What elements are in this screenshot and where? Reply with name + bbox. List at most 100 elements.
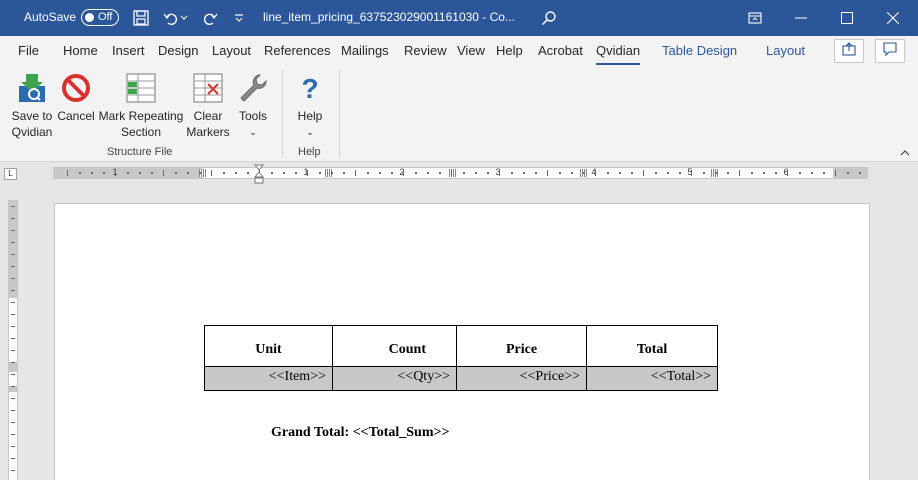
share-icon [842, 41, 856, 61]
ruler-tick [103, 172, 105, 174]
ruler-tick [607, 172, 609, 174]
tab-mailings[interactable]: Mailings [341, 43, 389, 58]
group-label-structure-file: Structure File [107, 146, 173, 158]
ruler-tick [487, 172, 489, 174]
save-label-1: Save to [11, 109, 53, 123]
ruler-tick [115, 170, 116, 176]
vertical-ruler-tick [11, 446, 15, 447]
ruler-tick [631, 172, 633, 174]
vertical-ruler-tick [11, 362, 15, 363]
document-page[interactable]: Unit Count Price Total <<Item>> <<Qty>> … [54, 203, 870, 480]
ruler-tick [835, 170, 836, 176]
search-icon[interactable] [538, 7, 560, 29]
save-icon[interactable] [130, 7, 152, 29]
cell-price[interactable]: <<Price>> [456, 366, 587, 391]
vertical-ruler-tick [11, 386, 15, 387]
help-question-icon: ? [294, 72, 326, 104]
clear-markers-button[interactable]: Clear Markers [186, 72, 230, 140]
ruler-tick [271, 172, 273, 174]
tab-home[interactable]: Home [63, 43, 98, 58]
tab-references[interactable]: References [264, 43, 330, 58]
ruler-tick [619, 172, 621, 174]
restore-ribbon-icon[interactable] [732, 0, 778, 36]
ruler-tick [655, 172, 657, 174]
cancel-button[interactable]: Cancel [56, 72, 96, 124]
cell-total[interactable]: <<Total>> [586, 366, 718, 391]
pricing-table[interactable]: Unit Count Price Total <<Item>> <<Qty>> … [204, 325, 718, 391]
help-button[interactable]: ? Help ⌄ [292, 72, 328, 140]
tab-layout[interactable]: Layout [212, 43, 251, 58]
tab-design[interactable]: Design [158, 43, 198, 58]
cell-item[interactable]: <<Item>> [204, 366, 333, 391]
tab-qvidian[interactable]: Qvidian [596, 43, 641, 65]
ruler-tick [199, 172, 201, 174]
tab-acrobat[interactable]: Acrobat [538, 43, 583, 58]
table-header-row: Unit Count Price Total [204, 325, 718, 367]
ruler-tick [427, 172, 429, 174]
table-row: <<Item>> <<Qty>> <<Price>> <<Total>> [204, 366, 718, 391]
tab-help[interactable]: Help [496, 43, 523, 58]
close-icon[interactable] [870, 0, 916, 36]
mark-label-1: Mark Repeating [98, 109, 184, 123]
header-price[interactable]: Price [456, 325, 587, 367]
tools-button[interactable]: Tools ⌄ [234, 72, 272, 140]
customize-toolbar-icon[interactable] [228, 7, 250, 29]
vertical-ruler-tick [11, 422, 15, 423]
tab-insert[interactable]: Insert [112, 43, 145, 58]
collapse-ribbon-icon[interactable] [900, 148, 910, 159]
ruler-tick [847, 172, 849, 174]
vertical-ruler-tick [11, 218, 15, 219]
vertical-ruler-tick [11, 434, 15, 435]
comments-button[interactable] [875, 39, 905, 63]
header-count[interactable]: Count [332, 325, 457, 367]
ruler-tick [787, 170, 788, 176]
ruler-tick [247, 172, 249, 174]
save-label-2: Qvidian [11, 125, 53, 139]
ribbon-qvidian: Save to Qvidian Cancel Mark Repeating Se… [0, 66, 918, 162]
tools-dropdown-icon: ⌄ [249, 127, 257, 137]
ruler-tick [295, 172, 297, 174]
vertical-ruler[interactable] [8, 200, 18, 480]
tab-table-layout[interactable]: Layout [766, 43, 805, 58]
autosave-state: Off [98, 11, 113, 23]
vertical-ruler-tick [11, 458, 15, 459]
minimize-icon[interactable] [778, 0, 824, 36]
vertical-ruler-tick [11, 242, 15, 243]
horizontal-ruler[interactable]: 1 1 2 3 4 5 6 [53, 167, 868, 179]
toggle-knob [85, 13, 94, 22]
tab-review[interactable]: Review [404, 43, 447, 58]
share-button[interactable] [834, 39, 864, 63]
tab-table-design[interactable]: Table Design [662, 43, 737, 58]
indent-marker[interactable] [253, 164, 265, 185]
header-unit[interactable]: Unit [204, 325, 333, 367]
cell-qty[interactable]: <<Qty>> [332, 366, 457, 391]
save-to-qvidian-icon [16, 72, 48, 104]
tab-file[interactable]: File [18, 43, 39, 58]
vertical-ruler-tick [11, 374, 15, 375]
ruler-tick [511, 172, 513, 174]
mark-repeating-section-button[interactable]: Mark Repeating Section [98, 72, 184, 140]
ruler-tick [475, 172, 477, 174]
tab-selector[interactable]: L [4, 168, 17, 180]
grand-total-line[interactable]: Grand Total: <<Total_Sum>> [271, 425, 449, 441]
autosave-toggle[interactable]: Off [81, 9, 119, 26]
maximize-icon[interactable] [824, 0, 870, 36]
ruler-tick [391, 172, 393, 174]
tab-view[interactable]: View [457, 43, 485, 58]
undo-dropdown-icon[interactable] [178, 7, 190, 29]
ruler-tick [715, 172, 717, 174]
redo-icon[interactable] [199, 7, 221, 29]
ruler-tick [91, 172, 93, 174]
cancel-icon [60, 72, 92, 104]
vertical-ruler-tick [11, 326, 15, 327]
ruler-tick [811, 172, 813, 174]
header-total[interactable]: Total [586, 325, 718, 367]
vertical-ruler-tick [11, 338, 15, 339]
ruler-tick [595, 170, 596, 176]
horizontal-ruler-area: L 1 1 2 3 4 5 6 [0, 163, 918, 185]
ruler-tick [379, 172, 381, 174]
vertical-ruler-tick [11, 290, 15, 291]
vertical-ruler-tick [11, 230, 15, 231]
ruler-tick [547, 170, 548, 176]
save-to-qvidian-button[interactable]: Save to Qvidian [8, 72, 56, 140]
